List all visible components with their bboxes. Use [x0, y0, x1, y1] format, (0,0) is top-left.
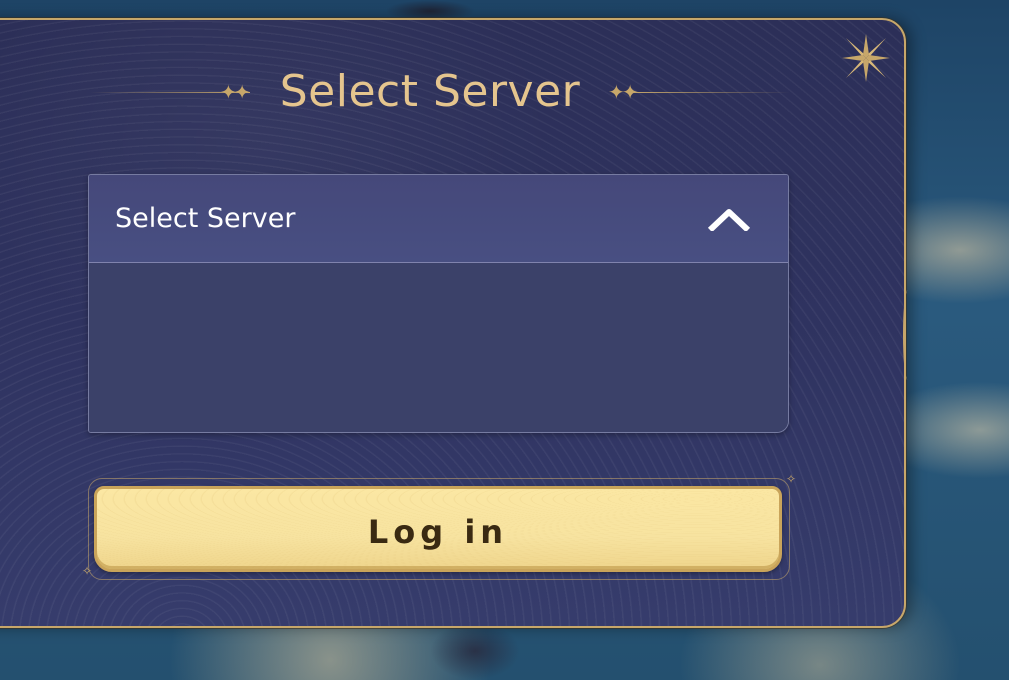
dialog-title-row: ✦✦ Select Server ✦✦: [70, 62, 790, 122]
server-dropdown-label: Select Server: [115, 203, 296, 234]
frame-diamond-icon: ✧: [82, 564, 93, 578]
close-button[interactable]: [840, 32, 892, 84]
title-divider-right: [630, 92, 790, 93]
panel-edge-ornament: [903, 290, 912, 380]
server-dropdown: Select Server: [88, 174, 789, 433]
game-scene-background: ✦✦ Select Server ✦✦ Select Server ✧ ✧ Lo…: [0, 0, 1009, 680]
background-character-bottom: [430, 622, 520, 680]
frame-diamond-icon: ✧: [785, 472, 796, 486]
server-options-list[interactable]: [89, 263, 788, 432]
login-button-label: Log in: [367, 513, 509, 551]
close-x-icon: [842, 34, 890, 82]
server-dropdown-toggle[interactable]: Select Server: [89, 175, 788, 263]
login-button[interactable]: Log in: [94, 486, 782, 572]
chevron-up-icon: [708, 209, 750, 231]
